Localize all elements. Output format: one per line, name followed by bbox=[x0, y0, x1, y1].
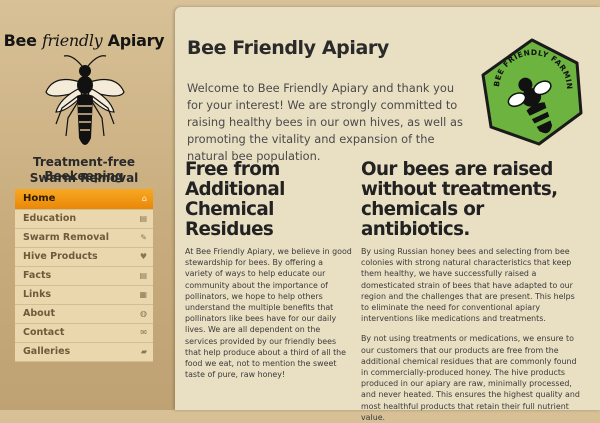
section-text-residues: At Bee Friendly Apiary, we believe in go… bbox=[185, 247, 352, 380]
nav-item-hive-products[interactable]: Hive Products ♥ bbox=[15, 248, 153, 267]
column-chemical-residues: Free from Additional Chemical Residues A… bbox=[185, 160, 353, 380]
bee-friendly-farming-badge: BEE FRIENDLY FARMING bbox=[477, 37, 583, 146]
nav-item-galleries[interactable]: Galleries ▰ bbox=[15, 343, 153, 362]
nav-item-contact[interactable]: Contact ✉ bbox=[15, 324, 153, 343]
nav-item-home[interactable]: Home ⌂ bbox=[15, 189, 153, 210]
site-logo-text[interactable]: Bee friendly Apiary bbox=[0, 31, 168, 50]
book-icon: ▤ bbox=[139, 271, 147, 280]
section-text-russian-bees: By using Russian honey bees and selectin… bbox=[361, 247, 575, 324]
nav-item-about[interactable]: About ◍ bbox=[15, 305, 153, 324]
page-title: Bee Friendly Apiary bbox=[187, 37, 389, 59]
bee-illustration bbox=[45, 55, 125, 145]
heart-icon: ♥ bbox=[139, 252, 147, 261]
section-heading-residues: Free from Additional Chemical Residues bbox=[185, 159, 285, 240]
section-heading-no-treatments: Our bees are raised without treatments, … bbox=[361, 159, 558, 240]
nav-item-swarm-removal[interactable]: Swarm Removal ✎ bbox=[15, 229, 153, 248]
home-icon: ⌂ bbox=[141, 194, 147, 203]
envelope-icon: ✉ bbox=[140, 328, 147, 337]
welcome-text: Welcome to Bee Friendly Apiary and thank… bbox=[187, 81, 463, 163]
tagline-swarm-removal: Swarm Removal bbox=[29, 171, 139, 185]
main-nav: Home ⌂ Education ▤ Swarm Removal ✎ Hive Pro… bbox=[15, 189, 153, 362]
folder-icon: ▰ bbox=[140, 347, 147, 356]
nav-item-education[interactable]: Education ▤ bbox=[15, 210, 153, 229]
globe-icon: ◍ bbox=[140, 309, 147, 318]
wrench-icon: ✎ bbox=[140, 233, 147, 242]
book-icon: ▤ bbox=[139, 214, 147, 223]
nav-item-links[interactable]: Links ▦ bbox=[15, 286, 153, 305]
main-content: Bee Friendly Apiary Welcome to Bee Frien… bbox=[175, 7, 600, 422]
table-icon: ▦ bbox=[139, 290, 147, 299]
column-no-treatments: Our bees are raised without treatments, … bbox=[361, 160, 581, 423]
sidebar: Bee friendly Apiary Treatment-free Beeke… bbox=[0, 0, 168, 410]
nav-item-facts[interactable]: Facts ▤ bbox=[15, 267, 153, 286]
